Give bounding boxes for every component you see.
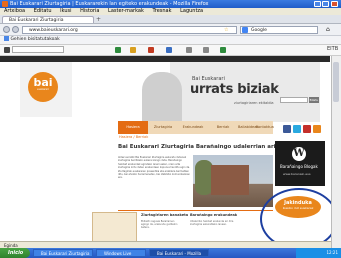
new-tab-button[interactable]: + [96,17,102,23]
news-item-text: Ekitaldi nagusia Barañainen egingo da, e… [141,220,178,230]
menu-item-help[interactable]: Laguntza [180,8,203,14]
forward-button[interactable] [12,26,19,33]
toolbar-icon-1[interactable] [115,47,121,53]
blog-widget-title: Barañaingo Blogak [280,164,318,169]
menu-item-tools[interactable]: Tresnak [152,8,171,14]
scrollbar-thumb[interactable] [333,62,339,102]
star-icon[interactable]: ☆ [224,27,228,33]
section-divider [118,210,273,211]
site-nav-baliabideak[interactable]: Baliabideak [238,121,258,134]
toolbar-search-input[interactable] [12,46,64,53]
site-nav-berriak[interactable]: Berriak [208,121,238,134]
promo-subtitle: ikasiko dut euskaraz [282,206,314,210]
menu-item-history[interactable]: Historia [80,8,99,14]
bookmark-icon [4,36,9,41]
taskbar-item-active[interactable]: Bai Euskarari - Mozilla [149,249,209,257]
menu-item-view[interactable]: Ikusi [60,8,71,14]
site-logo[interactable]: bai euskarari [28,72,58,102]
banner-headline: urrats biziak [190,82,279,97]
banner-person-image [142,72,182,122]
minimize-button[interactable] [314,1,321,7]
youtube-icon[interactable] [303,125,311,133]
toolbar-icon-2[interactable] [130,47,136,53]
site-search-button[interactable]: Bilatu [309,97,319,103]
start-button[interactable]: Inicio [0,248,30,258]
site-nav-kontaktua[interactable]: Kontaktua [256,121,274,134]
site-nav-ziurtagiria[interactable]: Ziurtagiria [148,121,178,134]
browser-tab[interactable]: Bai Euskarari Ziurtagiria [2,16,94,23]
google-icon [242,27,248,33]
search-input[interactable]: Google [240,26,318,34]
toolbar-icon-6[interactable] [203,47,209,53]
bookmarks-bar: Gehien bisitatutakoak [0,36,341,45]
home-icon[interactable]: ⌂ [326,26,330,33]
back-button[interactable] [3,26,10,33]
promo-badge[interactable]: Jakinduka ikasiko dut euskaraz [275,196,321,218]
toolbar-icon-5[interactable] [186,47,192,53]
article-photo [193,155,273,207]
news-item-text: Udalerriko hainbat erakunde ari dira ziu… [190,220,234,227]
site-search-input[interactable] [280,97,308,103]
taskbar-item[interactable]: Bai Euskarari Ziurtagiria [33,249,93,257]
toolbar-icon-3[interactable] [148,47,154,53]
window-title: Bai Euskarari Ziurtagiria | Euskararekin… [10,1,209,7]
maximize-button[interactable] [322,1,329,7]
site-nav-erakundeak[interactable]: Erakundeak [178,121,208,134]
taskbar-item[interactable]: Windows Live [96,249,146,257]
menu-item-file[interactable]: Artxiboa [4,8,25,14]
news-item-title[interactable]: Ziurtagiriaren banaketa [141,213,188,217]
photo-building [211,165,249,195]
banner-subline: ziurtagiriaren ekitaldia [234,101,274,105]
close-button[interactable] [331,1,338,7]
toolbar-icon-4[interactable] [166,47,172,53]
toolbar-icon-7[interactable] [220,47,226,53]
toolbar-eitb-label[interactable]: EITB [327,46,338,52]
wordpress-icon: W [292,147,306,161]
article-title[interactable]: Bai Euskarari Ziurtagiria Barañaingo uda… [118,144,285,150]
breadcrumb[interactable]: Hasiera / Berriak [119,135,148,139]
system-tray-clock: 12:21 [296,248,341,258]
menu-item-edit[interactable]: Editatu [34,8,52,14]
status-bar: Eginda [0,241,331,248]
twitter-icon[interactable] [293,125,301,133]
url-bar[interactable]: www.baieuskarari.org [22,26,237,34]
menu-item-bookmarks[interactable]: Laster-markak [108,8,144,14]
blog-widget-url: www.baranain.eus [283,172,311,176]
bookmark-item[interactable]: Gehien bisitatutakoak [10,37,59,42]
news-item-title[interactable]: Barañaingo erakundeak [190,213,237,217]
menu-bar: Artxiboa Editatu Ikusi Historia Laster-m… [0,8,341,15]
article-body: Aldez aurretik Bai Euskarari Ziurtagiria… [118,156,190,180]
toolbar-logo-icon [4,47,10,53]
rss-icon[interactable] [313,125,321,133]
firefox-icon [2,1,8,7]
facebook-icon[interactable] [283,125,291,133]
window-titlebar: Bai Euskarari Ziurtagiria | Euskararekin… [0,0,341,8]
site-nav-home[interactable]: Hasiera [118,121,148,134]
